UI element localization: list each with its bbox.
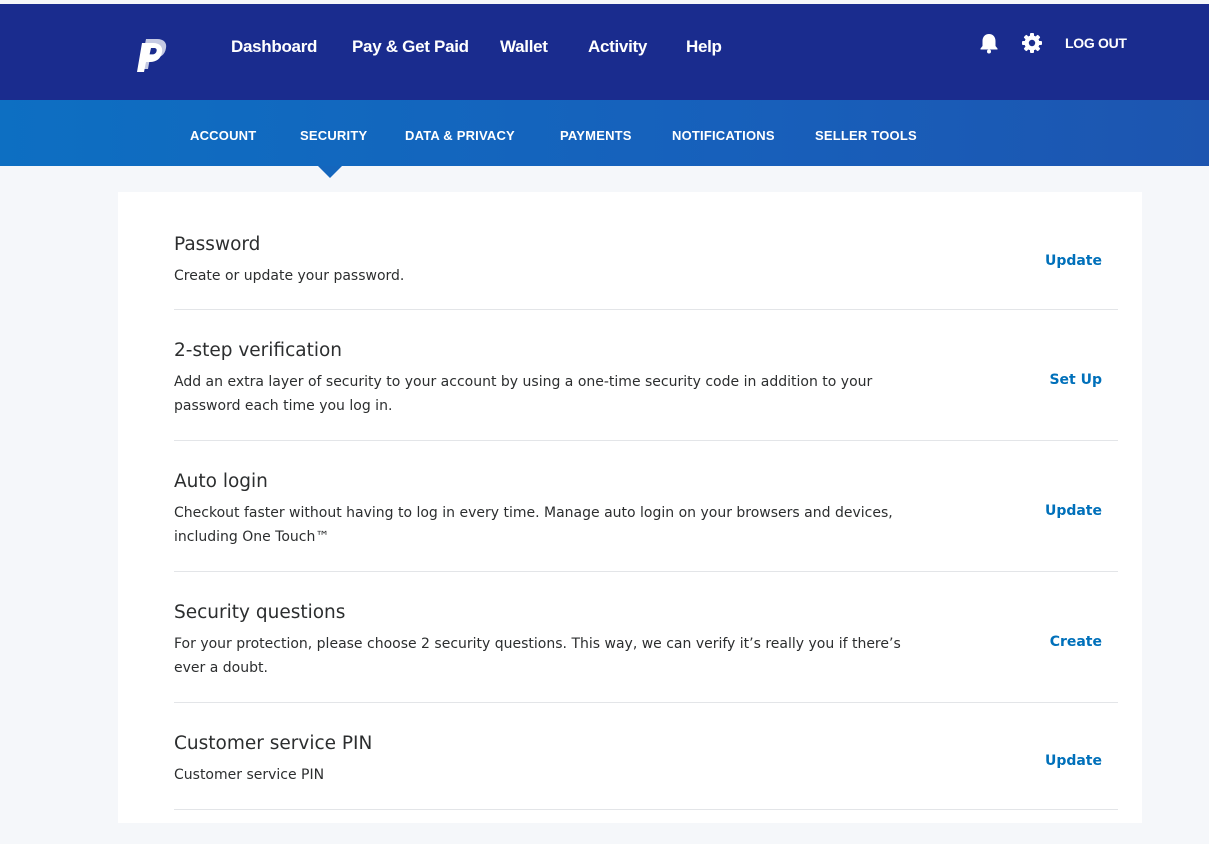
settings-subnav: ACCOUNT SECURITY DATA & PRIVACY PAYMENTS… bbox=[0, 100, 1209, 166]
nav-help[interactable]: Help bbox=[686, 37, 722, 57]
security-row-customer-service-pin: Customer service PIN Customer service PI… bbox=[174, 703, 1118, 810]
tab-security[interactable]: SECURITY bbox=[300, 128, 367, 143]
row-description: Add an extra layer of security to your a… bbox=[174, 374, 873, 414]
nav-dashboard[interactable]: Dashboard bbox=[231, 37, 317, 57]
security-questions-create-button[interactable]: Create bbox=[1050, 634, 1102, 650]
row-title: Password bbox=[174, 234, 261, 255]
paypal-logo-icon[interactable] bbox=[137, 37, 169, 73]
gear-icon[interactable] bbox=[1021, 32, 1043, 54]
row-description: For your protection, please choose 2 sec… bbox=[174, 636, 901, 676]
row-title: Security questions bbox=[174, 602, 346, 623]
row-description: Create or update your password. bbox=[174, 268, 405, 284]
tab-payments[interactable]: PAYMENTS bbox=[560, 128, 632, 143]
customer-service-pin-update-button[interactable]: Update bbox=[1045, 753, 1102, 769]
tab-seller-tools[interactable]: SELLER TOOLS bbox=[815, 128, 917, 143]
top-header: Dashboard Pay & Get Paid Wallet Activity… bbox=[0, 4, 1209, 100]
row-description: Customer service PIN bbox=[174, 767, 325, 783]
nav-wallet[interactable]: Wallet bbox=[500, 37, 548, 57]
2-step-setup-button[interactable]: Set Up bbox=[1049, 372, 1102, 388]
password-update-button[interactable]: Update bbox=[1045, 253, 1102, 269]
auto-login-update-button[interactable]: Update bbox=[1045, 503, 1102, 519]
nav-activity[interactable]: Activity bbox=[588, 37, 647, 57]
tab-notifications[interactable]: NOTIFICATIONS bbox=[672, 128, 775, 143]
security-row-2-step-verification: 2-step verification Add an extra layer o… bbox=[174, 310, 1118, 441]
row-description: Checkout faster without having to log in… bbox=[174, 505, 893, 545]
row-title: Auto login bbox=[174, 471, 268, 492]
active-tab-indicator bbox=[318, 166, 342, 178]
tab-account[interactable]: ACCOUNT bbox=[190, 128, 256, 143]
tab-data-and-privacy[interactable]: DATA & PRIVACY bbox=[405, 128, 515, 143]
nav-pay-and-get-paid[interactable]: Pay & Get Paid bbox=[352, 37, 469, 57]
logout-button[interactable]: LOG OUT bbox=[1065, 35, 1127, 51]
row-title: 2-step verification bbox=[174, 340, 343, 361]
bell-icon[interactable] bbox=[978, 32, 1000, 54]
security-row-password: Password Create or update your password.… bbox=[174, 230, 1118, 310]
security-settings-card: Password Create or update your password.… bbox=[118, 192, 1142, 823]
security-row-security-questions: Security questions For your protection, … bbox=[174, 572, 1118, 703]
security-row-auto-login: Auto login Checkout faster without havin… bbox=[174, 441, 1118, 572]
row-title: Customer service PIN bbox=[174, 733, 373, 754]
